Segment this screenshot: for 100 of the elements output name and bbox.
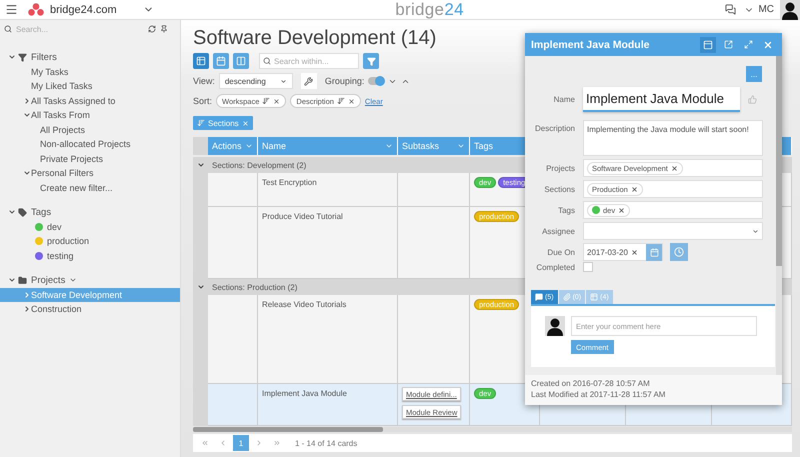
sort-icon (262, 97, 270, 105)
field-label: Projects (545, 164, 575, 172)
chat-icon[interactable] (725, 4, 736, 15)
filter-icon (366, 56, 376, 66)
section-header[interactable]: Tags (0, 205, 180, 220)
workspace-name[interactable]: bridge24.com (50, 4, 117, 16)
caret-icon[interactable] (23, 305, 31, 314)
refresh-icon[interactable] (148, 25, 156, 33)
sidebar-item[interactable]: Personal Filters (0, 166, 180, 180)
sidebar-item[interactable]: My Liked Tasks (0, 79, 180, 94)
close-icon (763, 40, 773, 50)
table-cell: Implement Java Module (262, 389, 347, 398)
previous-icon (219, 439, 227, 447)
sidebar-item[interactable]: testing (0, 248, 180, 263)
remove-icon[interactable] (348, 98, 355, 104)
name-field[interactable]: Implement Java Module (583, 87, 740, 112)
wrench-icon[interactable] (300, 73, 317, 89)
table-cell: Test Encryption (262, 178, 317, 187)
next-icon (255, 439, 263, 447)
sidebar-item[interactable]: Construction (0, 302, 180, 316)
date-field[interactable]: 2017-03-20 (583, 243, 663, 261)
search-icon (263, 57, 271, 65)
caret-icon[interactable] (23, 96, 31, 105)
calendar-icon (650, 248, 658, 256)
sidebar-item[interactable]: Non-allocated Projects (0, 137, 180, 152)
dock-button[interactable] (700, 36, 716, 52)
sidebar-item[interactable]: All Tasks Assigned to (0, 94, 180, 108)
group-label: Sections: Production (2) (212, 282, 298, 292)
first-icon (201, 439, 209, 447)
caret-icon[interactable] (8, 53, 16, 62)
list-view-button[interactable] (193, 53, 209, 69)
table-icon (196, 56, 206, 66)
remove-icon[interactable] (618, 206, 626, 214)
logo: bridge24 (395, 0, 464, 20)
table-cell: Release Video Tutorials (262, 300, 346, 309)
avatar-icon (545, 316, 565, 336)
caret-icon (385, 142, 393, 150)
grouping-toggle[interactable] (368, 77, 384, 85)
sidebar-item[interactable]: dev (0, 220, 180, 234)
sidebar-item[interactable]: All Projects (0, 122, 180, 137)
user-initials[interactable]: MC (758, 4, 774, 15)
scrollbar[interactable] (776, 56, 782, 375)
sidebar-item[interactable]: My Tasks (0, 64, 180, 79)
caret-icon[interactable] (23, 111, 31, 120)
pin-icon[interactable] (160, 25, 168, 33)
external-link-icon (724, 40, 732, 49)
search-icon (4, 25, 12, 33)
remove-icon[interactable] (670, 164, 678, 172)
view-label: View: (193, 76, 215, 86)
group-label: Sections: Development (2) (212, 160, 306, 170)
sort-label: Sort: (193, 96, 212, 106)
filter-icon (18, 52, 27, 62)
search-field[interactable]: Search within... (259, 53, 359, 69)
clock-icon (674, 247, 684, 257)
caret-icon (457, 142, 465, 150)
field-label: Name (552, 95, 575, 104)
field-label: Sections (543, 184, 575, 194)
paperclip-icon (562, 293, 571, 301)
field-label: Due On (546, 248, 575, 256)
calendar-view-button[interactable] (213, 53, 229, 69)
remove-icon[interactable] (630, 248, 638, 256)
caret-icon (245, 142, 253, 150)
field-label: Description (534, 123, 575, 133)
field-label: Tags (557, 206, 575, 214)
filter-button[interactable] (363, 53, 379, 69)
field-label: Assignee (541, 226, 575, 236)
dialog-title: Implement Java Module (531, 38, 650, 50)
caret-icon[interactable] (8, 208, 16, 216)
panel-icon (703, 40, 713, 50)
search-field[interactable]: Search... (16, 24, 144, 34)
completed-checkbox[interactable] (583, 262, 593, 272)
sidebar-item[interactable]: Private Projects (0, 152, 180, 166)
board-view-button[interactable] (233, 53, 249, 69)
thumbs-up-icon[interactable] (748, 95, 757, 104)
sort-icon (336, 97, 345, 105)
sidebar-item[interactable]: production (0, 234, 180, 248)
scrollbar[interactable] (193, 427, 792, 432)
sort-icon (197, 119, 205, 127)
caret-icon[interactable] (23, 169, 31, 178)
view-select[interactable]: descending (218, 73, 293, 89)
tag-icon (18, 208, 27, 217)
table-cell: Produce Video Tutorial (262, 212, 343, 221)
caret-icon (752, 228, 759, 234)
maximize-icon (744, 40, 752, 49)
folder-icon (18, 276, 27, 285)
caret-icon[interactable] (8, 276, 16, 284)
page-title: Software Development (14) (193, 26, 436, 50)
grouping-label: Grouping: (324, 76, 364, 86)
sidebar-item[interactable]: Create new filter... (0, 180, 180, 195)
remove-icon[interactable] (273, 98, 280, 104)
section-header[interactable]: Filters (0, 50, 180, 64)
modified-text: Last Modified at 2017-11-28 11:57 AM (531, 390, 666, 399)
logo-icon (28, 3, 44, 16)
table-icon (590, 293, 598, 301)
caret-icon (280, 78, 287, 84)
last-icon (273, 439, 281, 447)
description-field[interactable]: Implementing the Java module will start soon! (583, 120, 763, 156)
sidebar-item[interactable]: All Tasks From (0, 108, 180, 122)
remove-icon[interactable] (630, 186, 638, 192)
section-header[interactable]: Projects (0, 273, 180, 288)
